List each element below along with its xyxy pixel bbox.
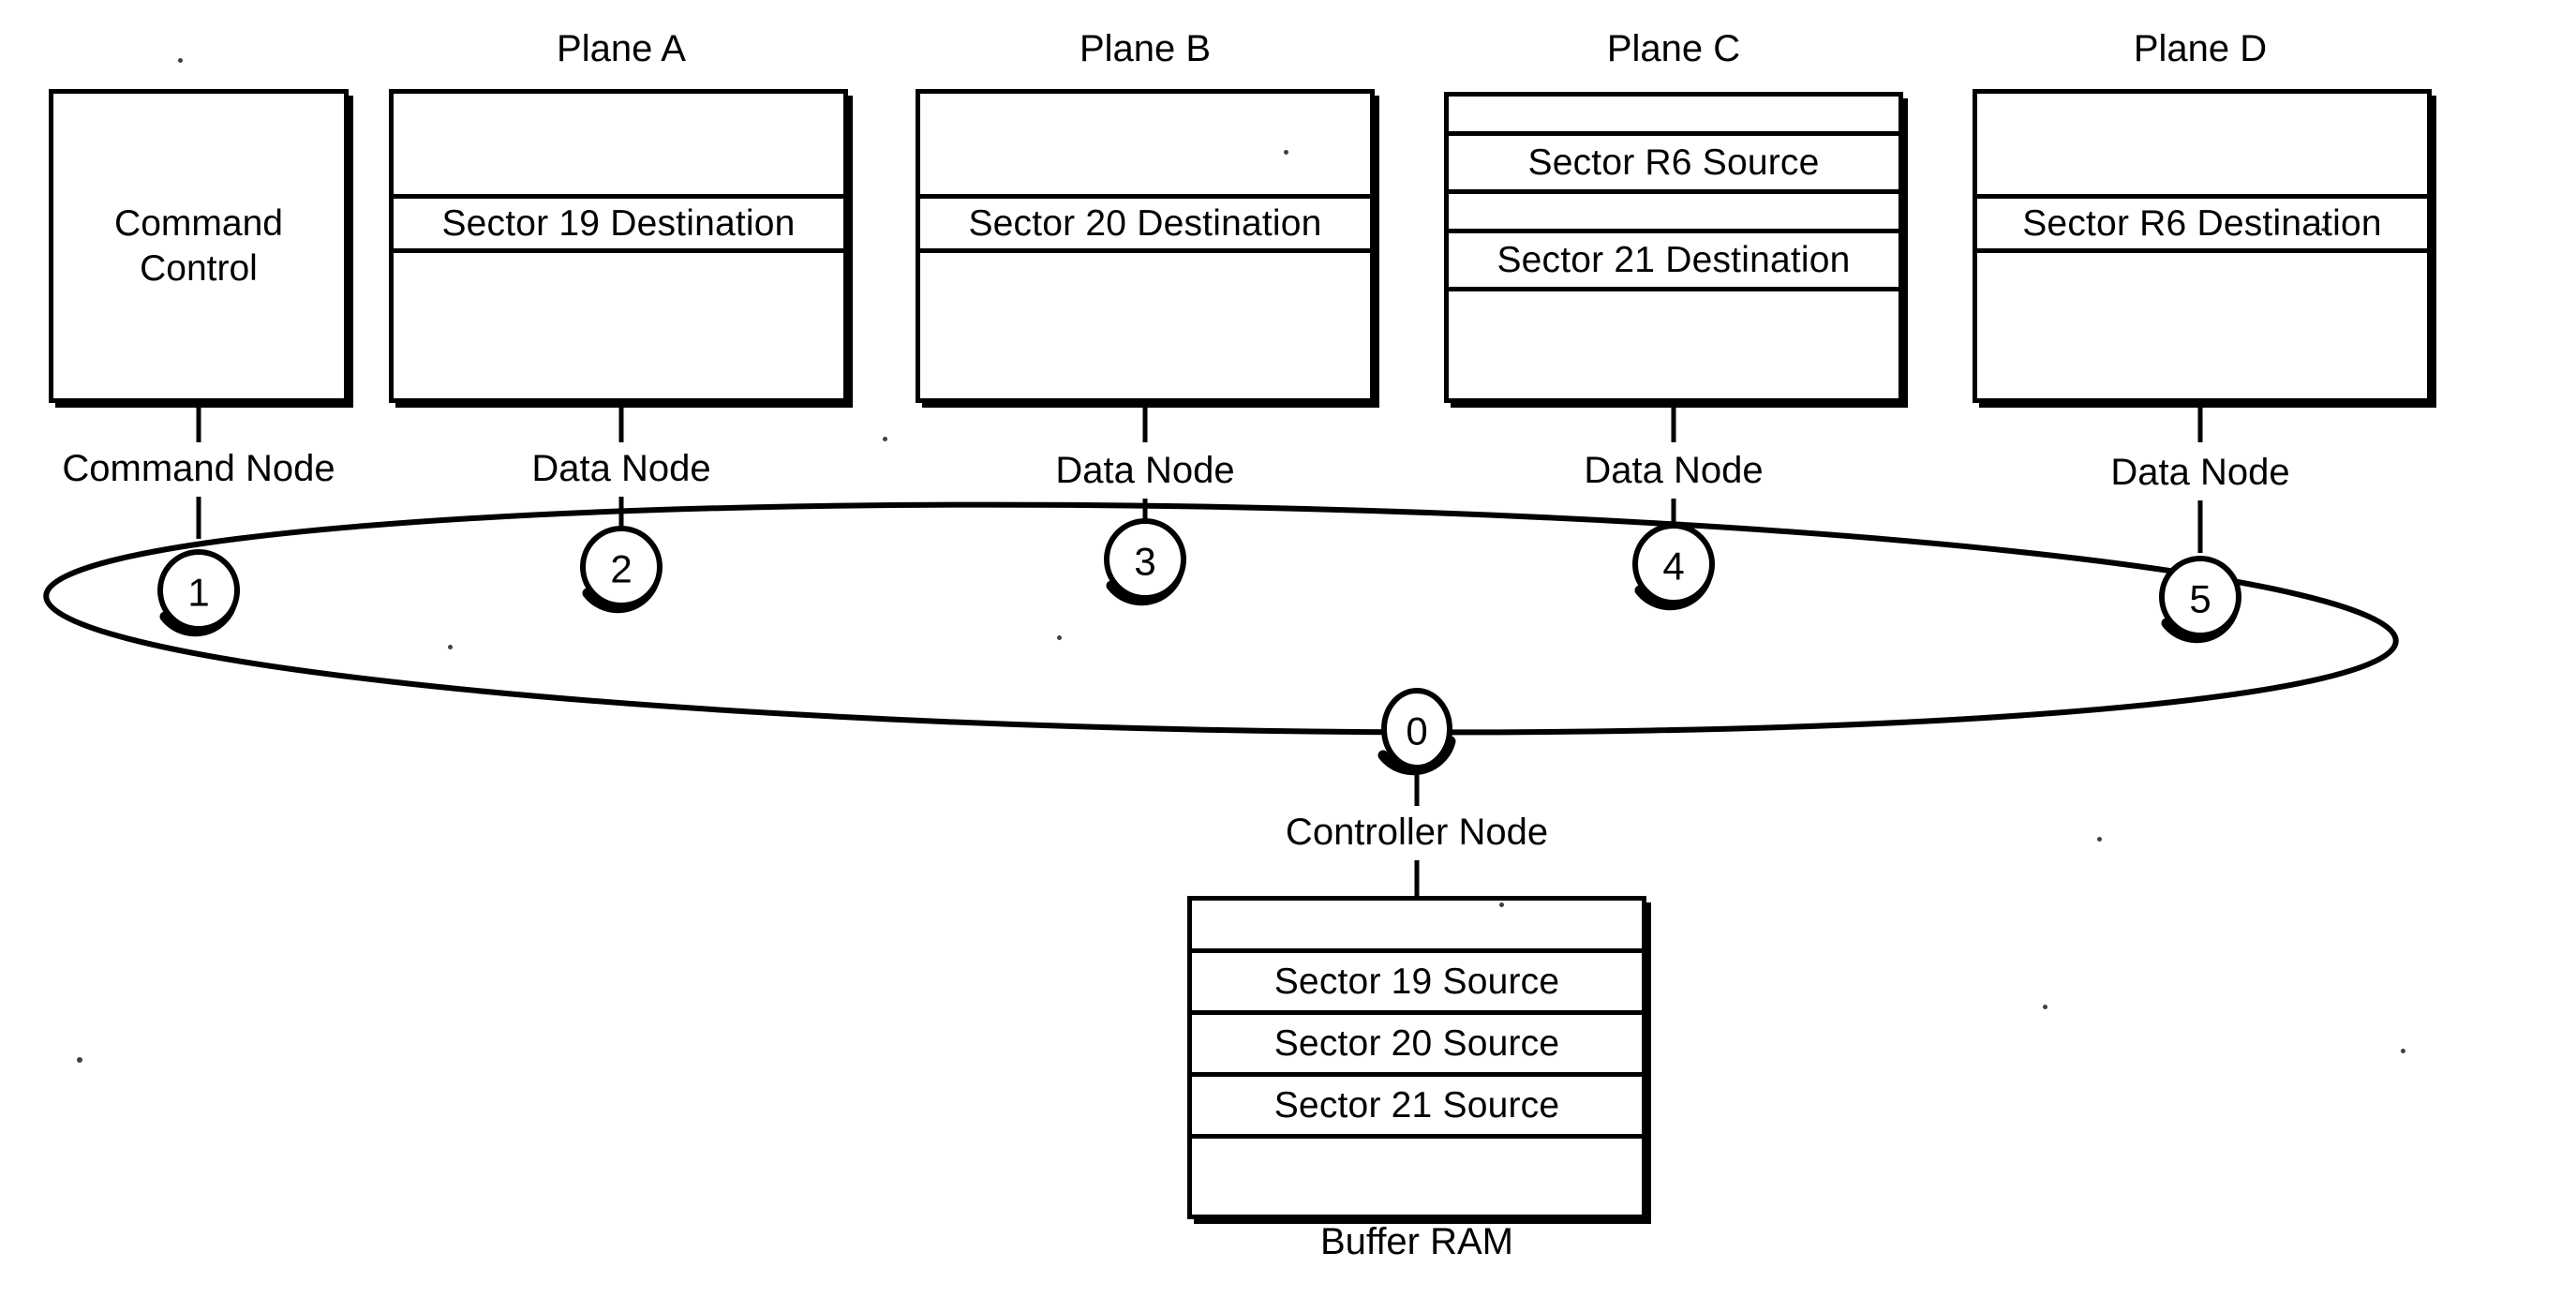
plane-a-row-0: [394, 94, 843, 199]
plane-d-box: Sector R6 Destination: [1973, 89, 2432, 403]
node-1-shadow: [159, 597, 238, 637]
data-node-5-stem: [2197, 500, 2203, 553]
ring-node-1[interactable]: 1: [157, 549, 240, 637]
scan-speck: [178, 58, 183, 63]
command-control-label: Command Control: [114, 201, 283, 291]
node-3-label: 3: [1134, 540, 1155, 584]
node-0-label: 0: [1406, 709, 1427, 753]
scan-speck: [1057, 635, 1062, 640]
ring-node-0[interactable]: 0: [1377, 688, 1456, 776]
plane-c-row-1: Sector R6 Source: [1449, 136, 1898, 194]
command-control-stem: [196, 405, 201, 442]
node-2-label: 2: [610, 547, 632, 591]
scan-speck: [1499, 902, 1504, 907]
plane-d-title: Plane D: [2133, 28, 2268, 69]
node-5-shadow: [2161, 604, 2240, 644]
ring-ellipse: [43, 501, 2399, 736]
plane-a-row-2: [394, 253, 843, 307]
data-node-4-stem: [1671, 499, 1676, 538]
plane-d-row-0: [1977, 94, 2427, 199]
plane-b-row-2: [920, 253, 1370, 307]
controller-node-stem-bottom: [1414, 860, 1420, 898]
command-node-stem: [196, 497, 201, 539]
plane-d-row-2: [1977, 253, 2427, 307]
node-4-shadow: [1634, 571, 1713, 611]
node-1-circle[interactable]: [157, 549, 240, 632]
plane-c-row-0: [1449, 97, 1898, 136]
node-1-label: 1: [187, 571, 209, 615]
plane-d-stem: [2197, 405, 2203, 442]
node-2-circle[interactable]: [580, 526, 663, 608]
diagram-canvas: Plane A Plane B Plane C Plane D Command …: [0, 0, 2576, 1297]
scan-speck: [2321, 228, 2329, 231]
plane-a-node-caption: Data Node: [531, 448, 711, 489]
plane-d-row-1: Sector R6 Destination: [1977, 199, 2427, 253]
ring-node-2[interactable]: 2: [580, 526, 663, 614]
scan-speck: [2401, 1049, 2405, 1053]
buffer-ram-row-2: Sector 20 Source: [1192, 1015, 1642, 1077]
scan-speck: [448, 645, 453, 649]
plane-b-stem: [1142, 405, 1148, 442]
controller-node-caption: Controller Node: [1285, 812, 1549, 853]
command-control-box: Command Control: [49, 89, 349, 403]
plane-c-title: Plane C: [1606, 28, 1741, 69]
buffer-ram-row-4: [1192, 1139, 1642, 1210]
plane-c-stem: [1671, 405, 1676, 442]
buffer-ram-box: Sector 19 Source Sector 20 Source Sector…: [1187, 896, 1646, 1219]
plane-c-row-4: [1449, 291, 1898, 342]
data-node-3-stem: [1142, 499, 1148, 536]
buffer-ram-row-1: Sector 19 Source: [1192, 953, 1642, 1015]
node-5-circle[interactable]: [2159, 556, 2241, 638]
controller-node-stem-top: [1414, 767, 1420, 806]
node-5-label: 5: [2189, 577, 2211, 621]
plane-a-stem: [618, 405, 624, 442]
plane-b-node-caption: Data Node: [1055, 450, 1235, 491]
command-control-label-line1: Command: [114, 202, 283, 244]
buffer-ram-row-0: [1192, 901, 1642, 953]
node-3-shadow: [1106, 566, 1184, 606]
plane-d-node-caption: Data Node: [2110, 452, 2290, 493]
plane-a-box: Sector 19 Destination: [389, 89, 848, 403]
scan-speck: [883, 437, 887, 441]
command-control-label-line2: Control: [140, 247, 258, 289]
scan-speck: [2043, 1005, 2047, 1009]
buffer-ram-row-3: Sector 21 Source: [1192, 1077, 1642, 1139]
plane-b-row-0: [920, 94, 1370, 199]
plane-c-row-3: Sector 21 Destination: [1449, 233, 1898, 291]
plane-a-row-1: Sector 19 Destination: [394, 199, 843, 253]
command-node-caption: Command Node: [62, 448, 335, 489]
node-2-shadow: [582, 574, 661, 614]
node-4-label: 4: [1662, 544, 1684, 589]
plane-c-box: Sector R6 Source Sector 21 Destination: [1444, 92, 1903, 403]
data-node-2-stem: [618, 497, 624, 530]
plane-b-row-1: Sector 20 Destination: [920, 199, 1370, 253]
plane-c-node-caption: Data Node: [1584, 450, 1764, 491]
scan-speck: [2097, 837, 2102, 842]
plane-c-row-2: [1449, 194, 1898, 233]
buffer-ram-caption: Buffer RAM: [1320, 1221, 1513, 1262]
scan-speck: [1284, 150, 1288, 155]
scan-speck: [77, 1057, 82, 1063]
plane-b-title: Plane B: [1079, 28, 1212, 69]
ring-node-5[interactable]: 5: [2159, 556, 2241, 644]
plane-b-box: Sector 20 Destination: [916, 89, 1375, 403]
plane-a-title: Plane A: [557, 28, 686, 69]
node-0-circle[interactable]: [1381, 688, 1452, 770]
